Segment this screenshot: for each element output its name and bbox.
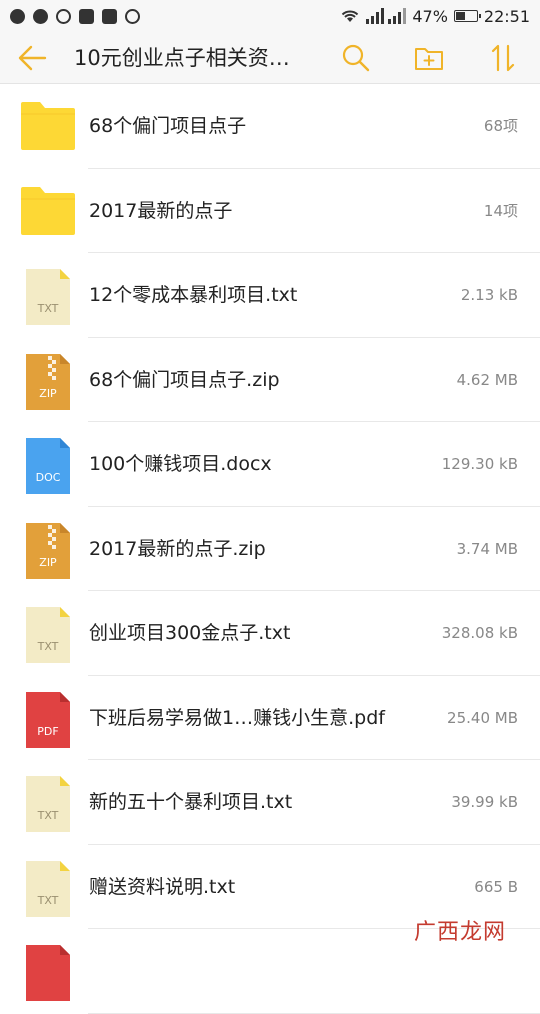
file-name: 创业项目300金点子.txt <box>89 622 291 644</box>
file-name: 2017最新的点子.zip <box>89 537 266 560</box>
qq-icon <box>10 8 25 24</box>
battery-percent: 47% <box>412 6 448 26</box>
file-name: 68个偏门项目点子 <box>89 115 247 137</box>
txt-file-icon: TXT <box>20 269 76 325</box>
file-row[interactable]: ZIP 2017最新的点子.zip 3.74 MB <box>0 507 540 591</box>
txt-file-icon: TXT <box>20 776 76 832</box>
file-size: 2.13 kB <box>460 286 518 304</box>
watermark: 广西龙网 <box>413 920 506 945</box>
file-size: 39.99 kB <box>451 793 518 811</box>
clock: 22:51 <box>483 6 530 26</box>
new-folder-icon[interactable] <box>413 42 445 74</box>
divider <box>88 1012 540 1014</box>
file-name: 12个零成本暴利项目.txt <box>89 284 298 306</box>
app-notification-icon <box>79 8 94 24</box>
signal-icon <box>366 8 407 24</box>
pdf-file-icon <box>20 945 76 1001</box>
file-size: 25.40 MB <box>447 708 518 727</box>
file-size: 328.08 kB <box>441 624 518 642</box>
txt-file-icon: TXT <box>20 860 76 917</box>
image-icon <box>102 8 117 24</box>
folder-row[interactable]: 68个偏门项目点子 68项 <box>0 84 540 169</box>
page-title: 10元创业点子相关资… <box>74 46 290 70</box>
file-row[interactable]: TXT 12个零成本暴利项目.txt 2.13 kB <box>0 253 540 338</box>
status-bar: 47% 22:51 <box>0 0 540 32</box>
file-type-badge: TXT <box>37 809 59 822</box>
file-size: 4.62 MB <box>456 370 518 389</box>
battery-icon <box>453 10 481 22</box>
item-count: 68项 <box>483 117 518 135</box>
file-name: 68个偏门项目点子.zip <box>89 368 280 391</box>
toolbar: 10元创业点子相关资… <box>0 32 540 84</box>
file-type-badge: TXT <box>37 302 59 315</box>
notification-icons <box>10 8 140 24</box>
file-name: 2017最新的点子 <box>89 199 233 222</box>
sort-icon[interactable] <box>487 42 519 74</box>
folder-icon <box>20 100 76 152</box>
file-type-badge: ZIP <box>39 556 57 569</box>
zip-file-icon: ZIP <box>20 522 76 579</box>
file-size: 3.74 MB <box>456 539 518 558</box>
pdf-file-icon: PDF <box>20 691 76 748</box>
file-row[interactable]: DOC 100个赚钱项目.docx 129.30 kB <box>0 422 540 507</box>
file-type-badge: DOC <box>36 471 61 484</box>
txt-file-icon: TXT <box>20 607 76 663</box>
item-count: 14项 <box>483 201 518 220</box>
doc-file-icon: DOC <box>20 438 76 494</box>
file-name: 赠送资料说明.txt <box>89 875 236 898</box>
file-name: 下班后易学易做1…赚钱小生意.pdf <box>89 706 385 729</box>
wifi-icon <box>340 8 360 24</box>
file-row[interactable]: PDF 下班后易学易做1…赚钱小生意.pdf 25.40 MB <box>0 676 540 760</box>
battery-fill <box>455 12 465 20</box>
file-name: 100个赚钱项目.docx <box>89 453 272 475</box>
sync-icon <box>56 8 71 24</box>
file-list: 68个偏门项目点子 68项 2017最新的点子 14项 TXT 12个零成本暴利项目.tx… <box>0 84 540 1014</box>
file-type-badge: TXT <box>37 640 59 653</box>
wechat-icon <box>33 8 48 24</box>
back-arrow-icon[interactable] <box>16 42 48 74</box>
file-size: 129.30 kB <box>441 455 518 473</box>
file-name: 新的五十个暴利项目.txt <box>89 791 293 813</box>
file-row[interactable]: TXT 创业项目300金点子.txt 328.08 kB <box>0 591 540 676</box>
search-icon[interactable] <box>340 42 372 74</box>
folder-row[interactable]: 2017最新的点子 14项 <box>0 169 540 253</box>
file-row[interactable]: ZIP 68个偏门项目点子.zip 4.62 MB <box>0 338 540 422</box>
zip-file-icon: ZIP <box>20 353 76 410</box>
file-type-badge: TXT <box>37 894 59 907</box>
folder-icon <box>20 185 76 237</box>
file-type-badge: ZIP <box>39 387 57 400</box>
file-type-badge: PDF <box>37 725 58 738</box>
more-notifications-icon <box>125 8 140 24</box>
file-row[interactable]: TXT 新的五十个暴利项目.txt 39.99 kB <box>0 760 540 845</box>
